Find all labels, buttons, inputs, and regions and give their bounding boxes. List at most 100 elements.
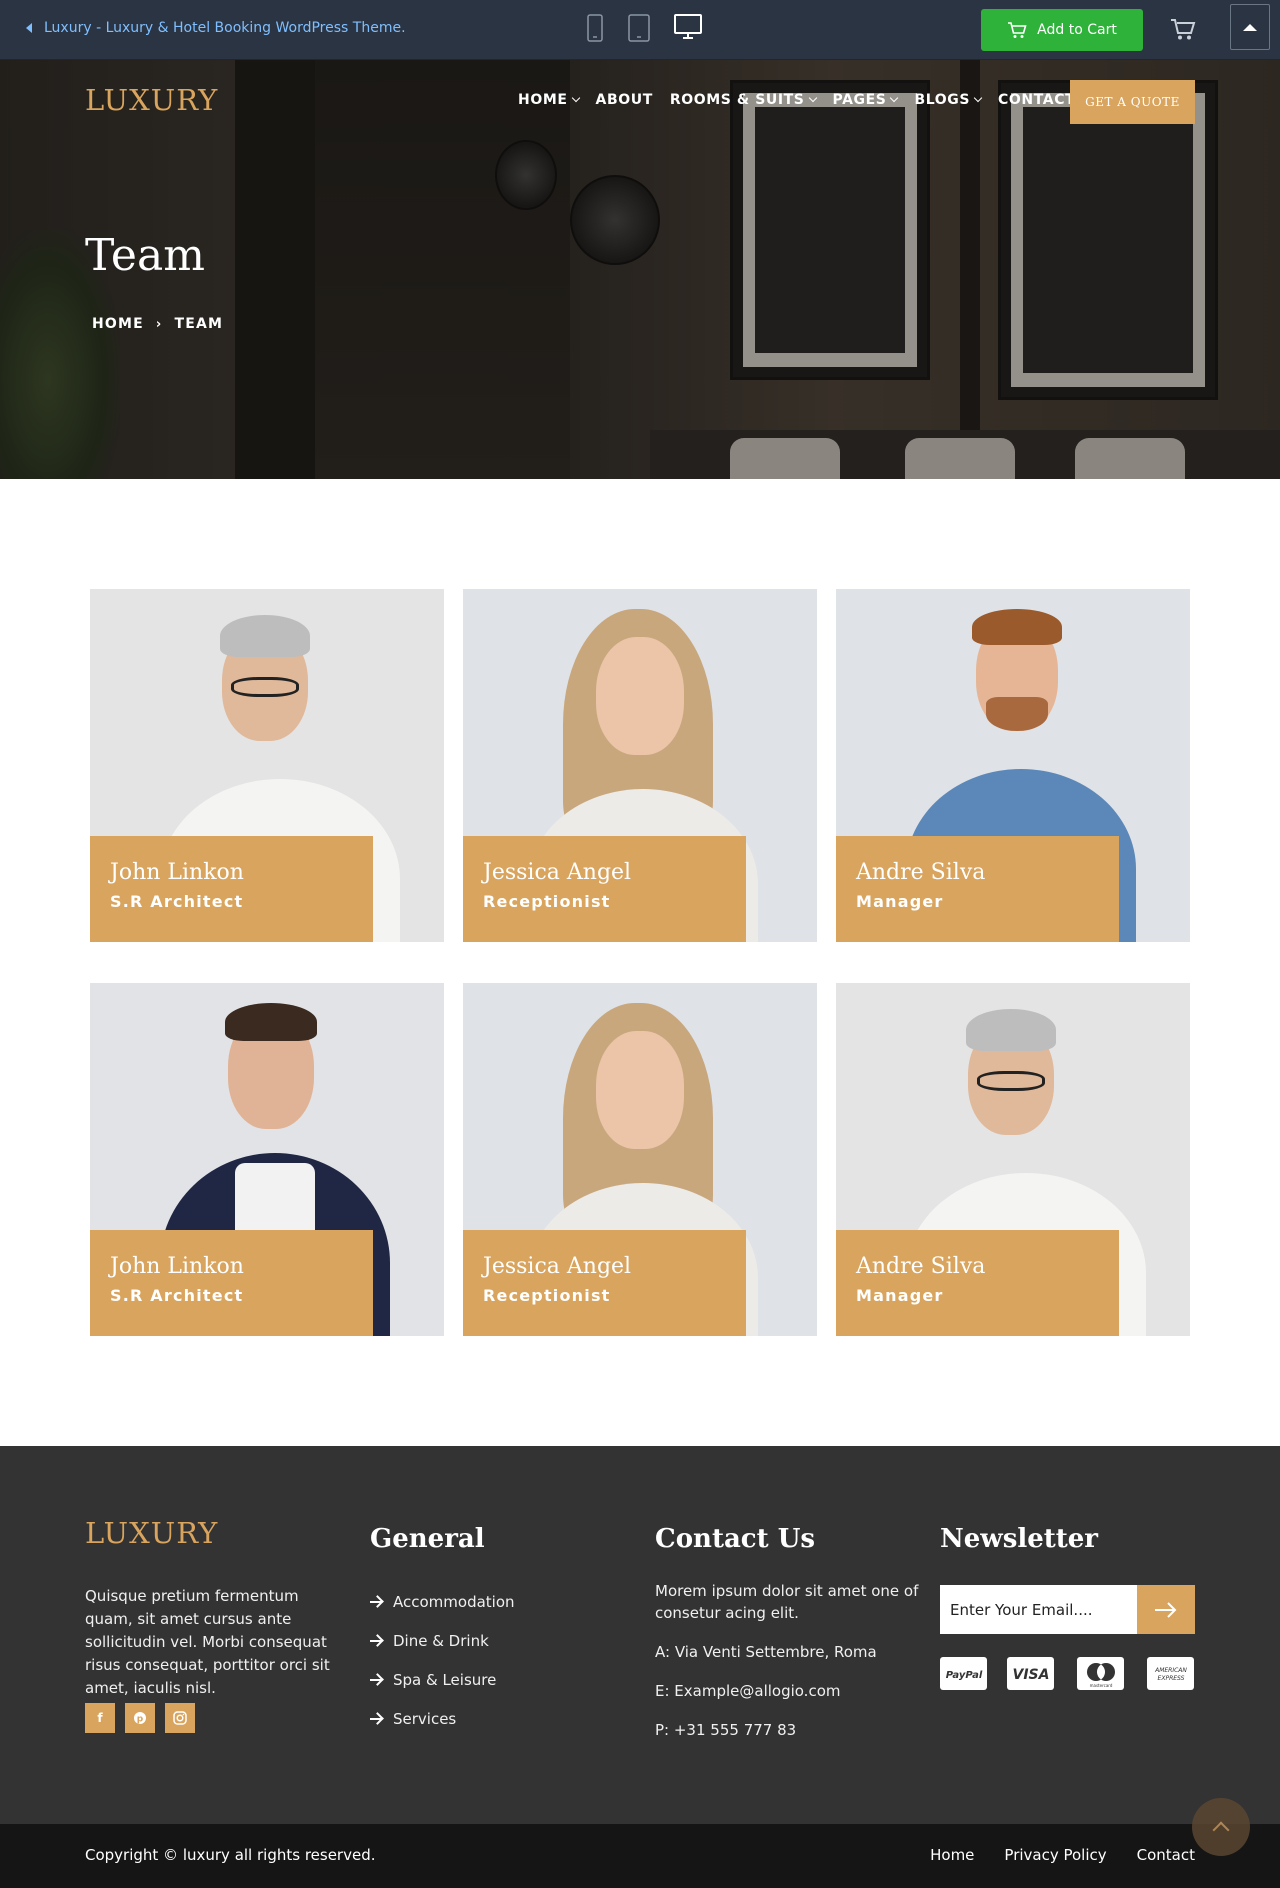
- team-member-name[interactable]: Jessica Angel: [483, 1252, 746, 1282]
- add-to-cart-label: Add to Cart: [1037, 22, 1117, 38]
- chevron-up-icon: [1212, 1821, 1230, 1839]
- visa-icon: VISA: [1007, 1657, 1054, 1690]
- team-member-role: S.R Architect: [110, 1286, 244, 1305]
- bottom-bar: Copyright © luxury all rights reserved. …: [0, 1824, 1280, 1888]
- team-member-name[interactable]: John Linkon: [110, 858, 373, 888]
- chevron-right-icon: ›: [155, 316, 163, 332]
- collapse-icon: [1243, 23, 1257, 31]
- arrow-right-icon: [370, 1717, 381, 1720]
- breadcrumb-current: TEAM: [174, 316, 224, 332]
- footer-logo[interactable]: LUXURY: [85, 1516, 218, 1550]
- team-member-name[interactable]: Andre Silva: [856, 858, 1119, 888]
- back-link-label: Luxury - Luxury & Hotel Booking WordPres…: [44, 20, 406, 36]
- footer-link-services[interactable]: Services: [370, 1699, 515, 1738]
- footer-contact-text: Morem ipsum dolor sit amet one of conset…: [655, 1582, 919, 1622]
- team-member-role: Receptionist: [483, 1286, 611, 1305]
- footer-link-label: Accommodation: [393, 1592, 515, 1611]
- cart-icon: [1008, 22, 1027, 38]
- arrow-right-icon: [370, 1678, 381, 1681]
- american-express-icon: AMERICAN EXPRESS: [1147, 1657, 1194, 1690]
- pinterest-icon[interactable]: p: [125, 1703, 155, 1733]
- svg-text:AMERICAN: AMERICAN: [1154, 1667, 1187, 1674]
- team-card[interactable]: John Linkon S.R Architect: [90, 589, 444, 942]
- footer-address: A: Via Venti Settembre, Roma: [655, 1643, 877, 1661]
- team-member-name[interactable]: Andre Silva: [856, 1252, 1119, 1282]
- team-member-caption: Andre Silva Manager: [836, 1230, 1119, 1336]
- collapse-bar-button[interactable]: [1230, 4, 1270, 50]
- team-member-role: Manager: [856, 1286, 944, 1305]
- team-card[interactable]: Jessica Angel Receptionist: [463, 983, 817, 1336]
- nav-label: ABOUT: [595, 92, 653, 108]
- footer-link-spa-leisure[interactable]: Spa & Leisure: [370, 1660, 515, 1699]
- bottom-link-contact[interactable]: Contact: [1137, 1846, 1195, 1864]
- nav-about[interactable]: ABOUT: [596, 92, 653, 108]
- back-link[interactable]: Luxury - Luxury & Hotel Booking WordPres…: [26, 20, 406, 36]
- nav-label: ROOMS & SUITS: [669, 92, 805, 108]
- footer-contact-title: Contact Us: [655, 1524, 815, 1554]
- mastercard-icon: mastercard: [1077, 1657, 1124, 1690]
- svg-text:VISA: VISA: [1012, 1667, 1049, 1683]
- footer-link-label: Dine & Drink: [393, 1631, 489, 1650]
- breadcrumb-home[interactable]: HOME: [92, 316, 144, 332]
- team-card[interactable]: Andre Silva Manager: [836, 589, 1190, 942]
- nav-label: BLOGS: [914, 92, 971, 108]
- caret-left-icon: [26, 23, 32, 33]
- team-card[interactable]: John Linkon S.R Architect: [90, 983, 444, 1336]
- team-member-name[interactable]: John Linkon: [110, 1252, 373, 1282]
- nav-contact[interactable]: CONTACT: [998, 92, 1075, 108]
- mobile-icon[interactable]: [586, 14, 604, 42]
- preview-bar: Luxury - Luxury & Hotel Booking WordPres…: [0, 0, 1280, 60]
- facebook-icon[interactable]: f: [85, 1703, 115, 1733]
- main-nav: HOME ABOUT ROOMS & SUITS PAGES BLOGS CON…: [518, 92, 1092, 108]
- page-title: Team: [85, 230, 205, 281]
- footer-about-text: Quisque pretium fermentum quam, sit amet…: [85, 1587, 330, 1697]
- footer-link-dine-drink[interactable]: Dine & Drink: [370, 1621, 515, 1660]
- team-member-role: Receptionist: [483, 892, 611, 911]
- back-to-top-button[interactable]: [1192, 1798, 1250, 1856]
- svg-text:PayPal: PayPal: [945, 1670, 982, 1681]
- team-member-name[interactable]: Jessica Angel: [483, 858, 746, 888]
- footer-contact-info: Morem ipsum dolor sit amet one of conset…: [655, 1580, 925, 1758]
- footer-email[interactable]: E: Example@allogio.com: [655, 1680, 925, 1702]
- footer-phone[interactable]: P: +31 555 777 83: [655, 1719, 925, 1741]
- team-card[interactable]: Andre Silva Manager: [836, 983, 1190, 1336]
- footer-link-accommodation[interactable]: Accommodation: [370, 1582, 515, 1621]
- breadcrumb: HOME › TEAM: [92, 316, 223, 332]
- add-to-cart-button[interactable]: Add to Cart: [981, 9, 1143, 51]
- desktop-icon[interactable]: [674, 14, 702, 40]
- team-card[interactable]: Jessica Angel Receptionist: [463, 589, 817, 942]
- copyright-text: Copyright © luxury all rights reserved.: [85, 1846, 376, 1864]
- cart-icon[interactable]: [1170, 17, 1196, 41]
- svg-text:mastercard: mastercard: [1089, 1683, 1112, 1688]
- tablet-icon[interactable]: [628, 14, 650, 42]
- arrow-right-icon: [370, 1600, 381, 1603]
- newsletter-email-input[interactable]: [940, 1585, 1137, 1634]
- footer-general-links: Accommodation Dine & Drink Spa & Leisure…: [370, 1582, 515, 1738]
- device-switcher: [586, 14, 702, 42]
- site-logo[interactable]: LUXURY: [85, 83, 218, 117]
- nav-rooms-suits[interactable]: ROOMS & SUITS: [669, 92, 817, 108]
- team-member-caption: Andre Silva Manager: [836, 836, 1119, 942]
- arrow-right-icon: [370, 1639, 381, 1642]
- hero-banner: LUXURY HOME ABOUT ROOMS & SUITS PAGES BL…: [0, 60, 1280, 479]
- nav-label: CONTACT: [998, 92, 1076, 108]
- nav-label: PAGES: [832, 92, 887, 108]
- svg-text:p: p: [137, 1715, 144, 1725]
- bottom-links: Home Privacy Policy Contact: [930, 1846, 1195, 1864]
- bottom-link-privacy-policy[interactable]: Privacy Policy: [1004, 1846, 1106, 1864]
- chevron-down-icon: [890, 93, 899, 103]
- nav-blogs[interactable]: BLOGS: [914, 92, 983, 108]
- nav-home[interactable]: HOME: [518, 92, 580, 108]
- chevron-down-icon: [808, 93, 817, 103]
- nav-pages[interactable]: PAGES: [832, 92, 899, 108]
- team-member-caption: John Linkon S.R Architect: [90, 1230, 373, 1336]
- get-a-quote-button[interactable]: GET A QUOTE: [1070, 80, 1195, 124]
- team-member-caption: Jessica Angel Receptionist: [463, 1230, 746, 1336]
- bottom-link-home[interactable]: Home: [930, 1846, 974, 1864]
- team-member-caption: John Linkon S.R Architect: [90, 836, 373, 942]
- instagram-icon[interactable]: [165, 1703, 195, 1733]
- chevron-down-icon: [973, 93, 983, 103]
- social-links: f p: [85, 1703, 195, 1733]
- newsletter-submit-button[interactable]: [1137, 1585, 1195, 1634]
- team-member-role: S.R Architect: [110, 892, 244, 911]
